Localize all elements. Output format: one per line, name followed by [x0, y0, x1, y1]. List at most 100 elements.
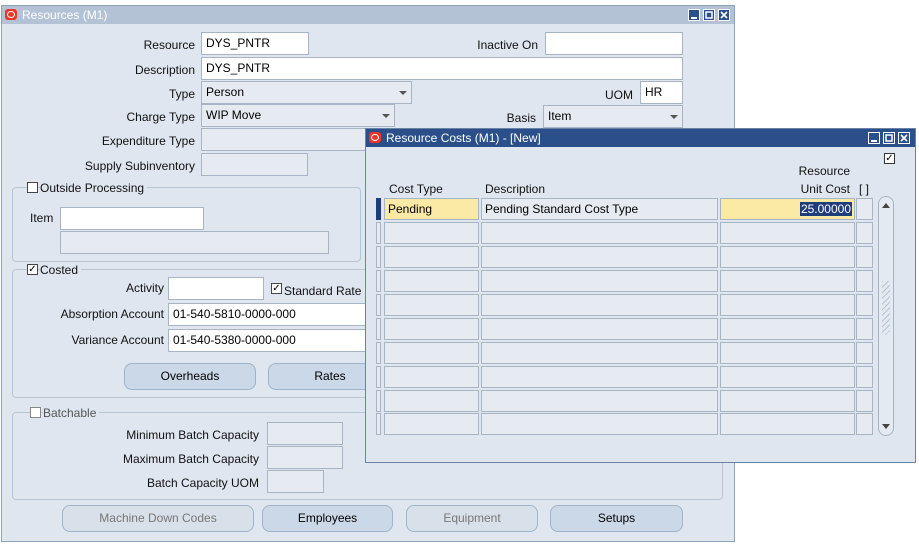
unit-cost-cell[interactable]	[720, 318, 855, 340]
item-field[interactable]	[60, 207, 204, 230]
description-cell[interactable]	[481, 318, 718, 340]
close-icon[interactable]	[718, 9, 730, 21]
costed-checkbox[interactable]: ✓	[27, 264, 38, 275]
description-cell[interactable]	[481, 294, 718, 316]
scroll-down-icon[interactable]	[882, 424, 890, 429]
description-cell[interactable]	[481, 366, 718, 388]
close-icon[interactable]	[898, 132, 910, 144]
maximize-icon[interactable]	[703, 9, 715, 21]
chevron-down-icon[interactable]	[382, 114, 390, 118]
cost-type-cell[interactable]	[384, 318, 479, 340]
cost-type-cell[interactable]	[384, 342, 479, 364]
description-cell[interactable]	[481, 246, 718, 268]
unit-cost-cell[interactable]: 25.00000	[720, 198, 855, 220]
maximize-icon[interactable]	[883, 132, 895, 144]
folder-cell[interactable]	[856, 198, 873, 220]
description-cell[interactable]	[481, 342, 718, 364]
row-indicator[interactable]	[376, 246, 381, 268]
batchable-checkbox[interactable]	[30, 407, 41, 418]
cost-type-cell[interactable]	[384, 222, 479, 244]
unit-cost-cell[interactable]	[720, 294, 855, 316]
oracle-logo-icon	[5, 9, 17, 20]
standard-rate-checkbox[interactable]: ✓	[271, 283, 282, 294]
employees-button[interactable]: Employees	[262, 505, 393, 532]
expenditure-type-field[interactable]	[201, 128, 366, 151]
unit-cost-value: 25.00000	[799, 202, 852, 216]
unit-cost-cell[interactable]	[720, 270, 855, 292]
costed-label: Costed	[40, 263, 82, 277]
charge-type-select[interactable]: WIP Move	[201, 104, 395, 127]
setups-button[interactable]: Setups	[550, 505, 683, 532]
equipment-button[interactable]: Equipment	[406, 505, 538, 532]
type-select[interactable]: Person	[201, 81, 412, 104]
description-cell[interactable]	[481, 413, 718, 435]
batch-capacity-uom-field[interactable]	[267, 470, 324, 493]
activity-field[interactable]	[168, 277, 264, 300]
description-cell[interactable]: Pending Standard Cost Type	[481, 198, 718, 220]
variance-account-field[interactable]: 01-540-5380-0000-000	[168, 329, 368, 352]
folder-cell[interactable]	[856, 390, 873, 412]
folder-cell[interactable]	[856, 342, 873, 364]
select-all-checkbox[interactable]: ✓	[884, 153, 895, 164]
unit-cost-cell[interactable]	[720, 246, 855, 268]
row-indicator[interactable]	[376, 318, 381, 340]
unit-cost-cell[interactable]	[720, 413, 855, 435]
folder-cell[interactable]	[856, 294, 873, 316]
inactive-on-label: Inactive On	[477, 38, 538, 52]
description-cell[interactable]	[481, 270, 718, 292]
cost-type-cell[interactable]	[384, 294, 479, 316]
max-batch-capacity-field[interactable]	[267, 446, 343, 469]
min-batch-capacity-field[interactable]	[267, 422, 343, 445]
machine-down-codes-button[interactable]: Machine Down Codes	[62, 505, 254, 532]
unit-cost-header: Unit Cost	[800, 182, 850, 196]
description-cell[interactable]	[481, 222, 718, 244]
folder-cell[interactable]	[856, 366, 873, 388]
minimize-icon[interactable]	[868, 132, 880, 144]
row-indicator[interactable]	[376, 366, 381, 388]
minimize-icon[interactable]	[688, 9, 700, 21]
basis-label: Basis	[506, 111, 536, 125]
basis-select[interactable]: Item	[543, 105, 683, 128]
absorption-account-field[interactable]: 01-540-5810-0000-000	[168, 303, 368, 326]
resource-field[interactable]: DYS_PNTR	[201, 32, 309, 55]
folder-header[interactable]: [ ]	[859, 182, 869, 196]
row-indicator[interactable]	[376, 294, 381, 316]
scroll-up-icon[interactable]	[882, 203, 890, 208]
row-indicator[interactable]	[376, 198, 381, 220]
cost-type-cell[interactable]	[384, 270, 479, 292]
folder-cell[interactable]	[856, 318, 873, 340]
unit-cost-cell[interactable]	[720, 390, 855, 412]
row-indicator[interactable]	[376, 222, 381, 244]
row-indicator[interactable]	[376, 390, 381, 412]
unit-cost-cell[interactable]	[720, 222, 855, 244]
unit-cost-cell[interactable]	[720, 366, 855, 388]
outside-processing-checkbox[interactable]	[27, 182, 38, 193]
oracle-logo-icon	[369, 132, 381, 143]
folder-cell[interactable]	[856, 246, 873, 268]
row-indicator[interactable]	[376, 342, 381, 364]
chevron-down-icon[interactable]	[399, 91, 407, 95]
folder-cell[interactable]	[856, 413, 873, 435]
cost-type-cell[interactable]: Pending	[384, 198, 479, 220]
activity-label: Activity	[125, 281, 164, 295]
uom-field[interactable]: HR	[640, 81, 683, 104]
cost-type-cell[interactable]	[384, 366, 479, 388]
scrollbar-grip[interactable]	[882, 281, 890, 335]
description-field[interactable]: DYS_PNTR	[201, 57, 683, 80]
vertical-scrollbar[interactable]	[878, 196, 894, 436]
cost-type-cell[interactable]	[384, 413, 479, 435]
row-indicator[interactable]	[376, 270, 381, 292]
folder-cell[interactable]	[856, 222, 873, 244]
cost-type-cell[interactable]	[384, 246, 479, 268]
supply-subinventory-field[interactable]	[201, 153, 308, 176]
inactive-on-field[interactable]	[545, 32, 683, 55]
chevron-down-icon[interactable]	[670, 115, 678, 119]
resource-header: Resource	[798, 164, 850, 178]
unit-cost-cell[interactable]	[720, 342, 855, 364]
description-header: Description	[485, 182, 546, 196]
cost-type-cell[interactable]	[384, 390, 479, 412]
description-cell[interactable]	[481, 390, 718, 412]
folder-cell[interactable]	[856, 270, 873, 292]
overheads-button[interactable]: Overheads	[124, 363, 256, 390]
row-indicator[interactable]	[376, 413, 381, 435]
